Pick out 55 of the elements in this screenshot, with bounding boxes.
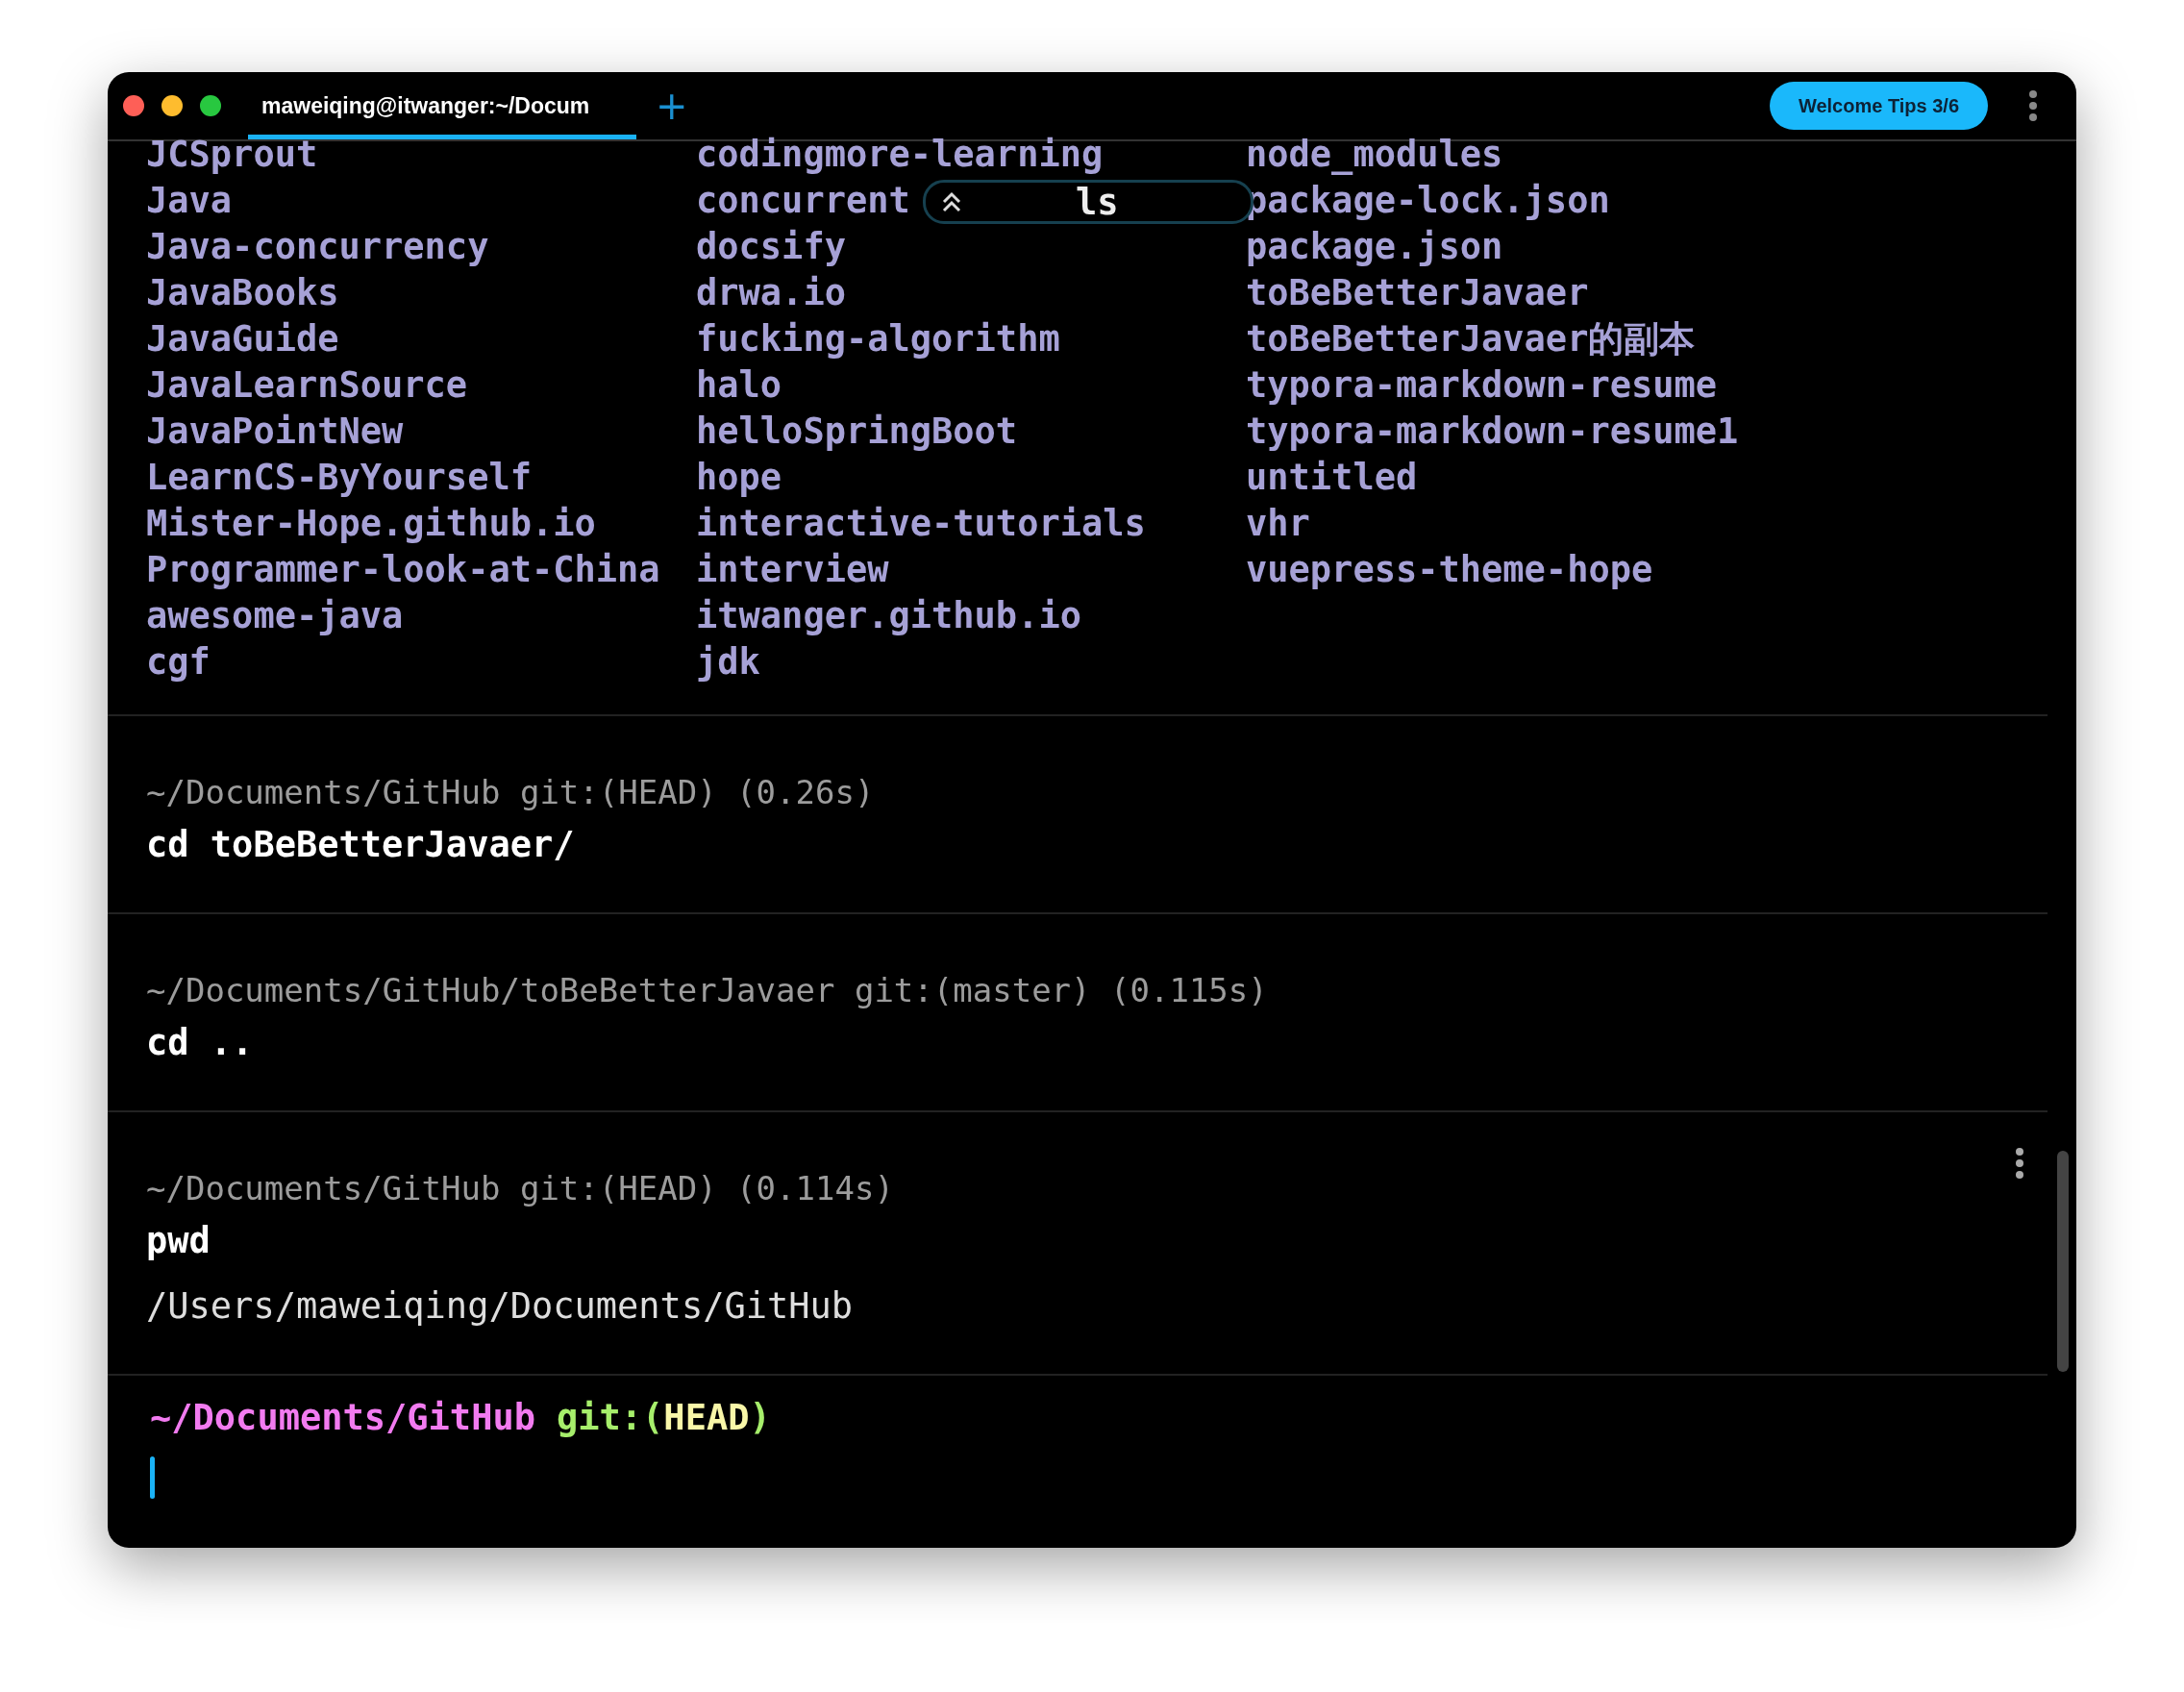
directory-entry: vhr	[1246, 502, 1310, 546]
directory-entry: LearnCS-ByYourself	[146, 456, 532, 500]
directory-entry: JavaPointNew	[146, 410, 404, 454]
directory-entry: docsify	[696, 225, 846, 269]
directory-entry: untitled	[1246, 456, 1418, 500]
directory-entry: concurrent	[696, 179, 910, 223]
prompt-line: ~/Documents/GitHub/toBeBetterJavaer git:(master) (0.115s)	[146, 970, 1268, 1010]
directory-entry: itwanger.github.io	[696, 594, 1081, 638]
directory-entry: cgf	[146, 640, 211, 684]
text-cursor	[150, 1456, 155, 1499]
directory-entry: typora-markdown-resume1	[1246, 410, 1739, 454]
directory-entry: drwa.io	[696, 271, 846, 315]
git-label: git:(	[556, 1396, 664, 1440]
double-chevron-up-icon	[941, 189, 962, 214]
directory-entry: package.json	[1246, 225, 1503, 269]
directory-entry: interactive-tutorials	[696, 502, 1146, 546]
directory-entry: interview	[696, 548, 889, 592]
prompt-path: ~/Documents/GitHub	[150, 1396, 535, 1440]
directory-entry: helloSpringBoot	[696, 410, 1018, 454]
directory-entry: jdk	[696, 640, 760, 684]
scrollbar[interactable]	[2057, 1151, 2069, 1372]
prompt-line: ~/Documents/GitHub git:(HEAD) (0.26s)	[146, 772, 875, 812]
directory-entry: Java-concurrency	[146, 225, 489, 269]
directory-entry: halo	[696, 363, 782, 408]
welcome-tips-button[interactable]: Welcome Tips 3/6	[1769, 82, 1988, 130]
git-label-end: )	[749, 1396, 771, 1440]
branch-name: HEAD	[663, 1396, 750, 1440]
close-button[interactable]	[123, 95, 144, 116]
directory-entry: toBeBetterJavaer	[1246, 271, 1589, 315]
terminal-tab[interactable]: maweiqing@itwanger:~/Docum	[248, 72, 636, 139]
directory-entry: toBeBetterJavaer的副本	[1246, 317, 1696, 361]
sticky-command: ls	[1076, 181, 1119, 223]
more-icon[interactable]	[2028, 89, 2038, 122]
directory-entry: hope	[696, 456, 782, 500]
directory-entry: Programmer-look-at-China	[146, 548, 660, 592]
maximize-button[interactable]	[200, 95, 221, 116]
directory-entry: JavaBooks	[146, 271, 339, 315]
command-output: /Users/maweiqing/Documents/GitHub	[146, 1284, 854, 1329]
new-tab-button[interactable]: +	[648, 84, 696, 128]
directory-entry: Mister-Hope.github.io	[146, 502, 596, 546]
directory-entry: awesome-java	[146, 594, 404, 638]
directory-entry: fucking-algorithm	[696, 317, 1060, 361]
command-text: cd ..	[146, 1021, 254, 1065]
directory-entry: node_modules	[1246, 133, 1503, 177]
more-icon[interactable]	[2015, 1147, 2024, 1180]
directory-entry: JavaLearnSource	[146, 363, 468, 408]
command-text: cd toBeBetterJavaer/	[146, 823, 575, 867]
directory-entry: vuepress-theme-hope	[1246, 548, 1653, 592]
directory-entry: JavaGuide	[146, 317, 339, 361]
prompt-line: ~/Documents/GitHub git:(HEAD) (0.114s)	[146, 1168, 894, 1208]
directory-entry: codingmore-learning	[696, 133, 1104, 177]
minimize-button[interactable]	[161, 95, 183, 116]
directory-entry: Java	[146, 179, 233, 223]
directory-entry: typora-markdown-resume	[1246, 363, 1718, 408]
command-text: pwd	[146, 1219, 211, 1263]
